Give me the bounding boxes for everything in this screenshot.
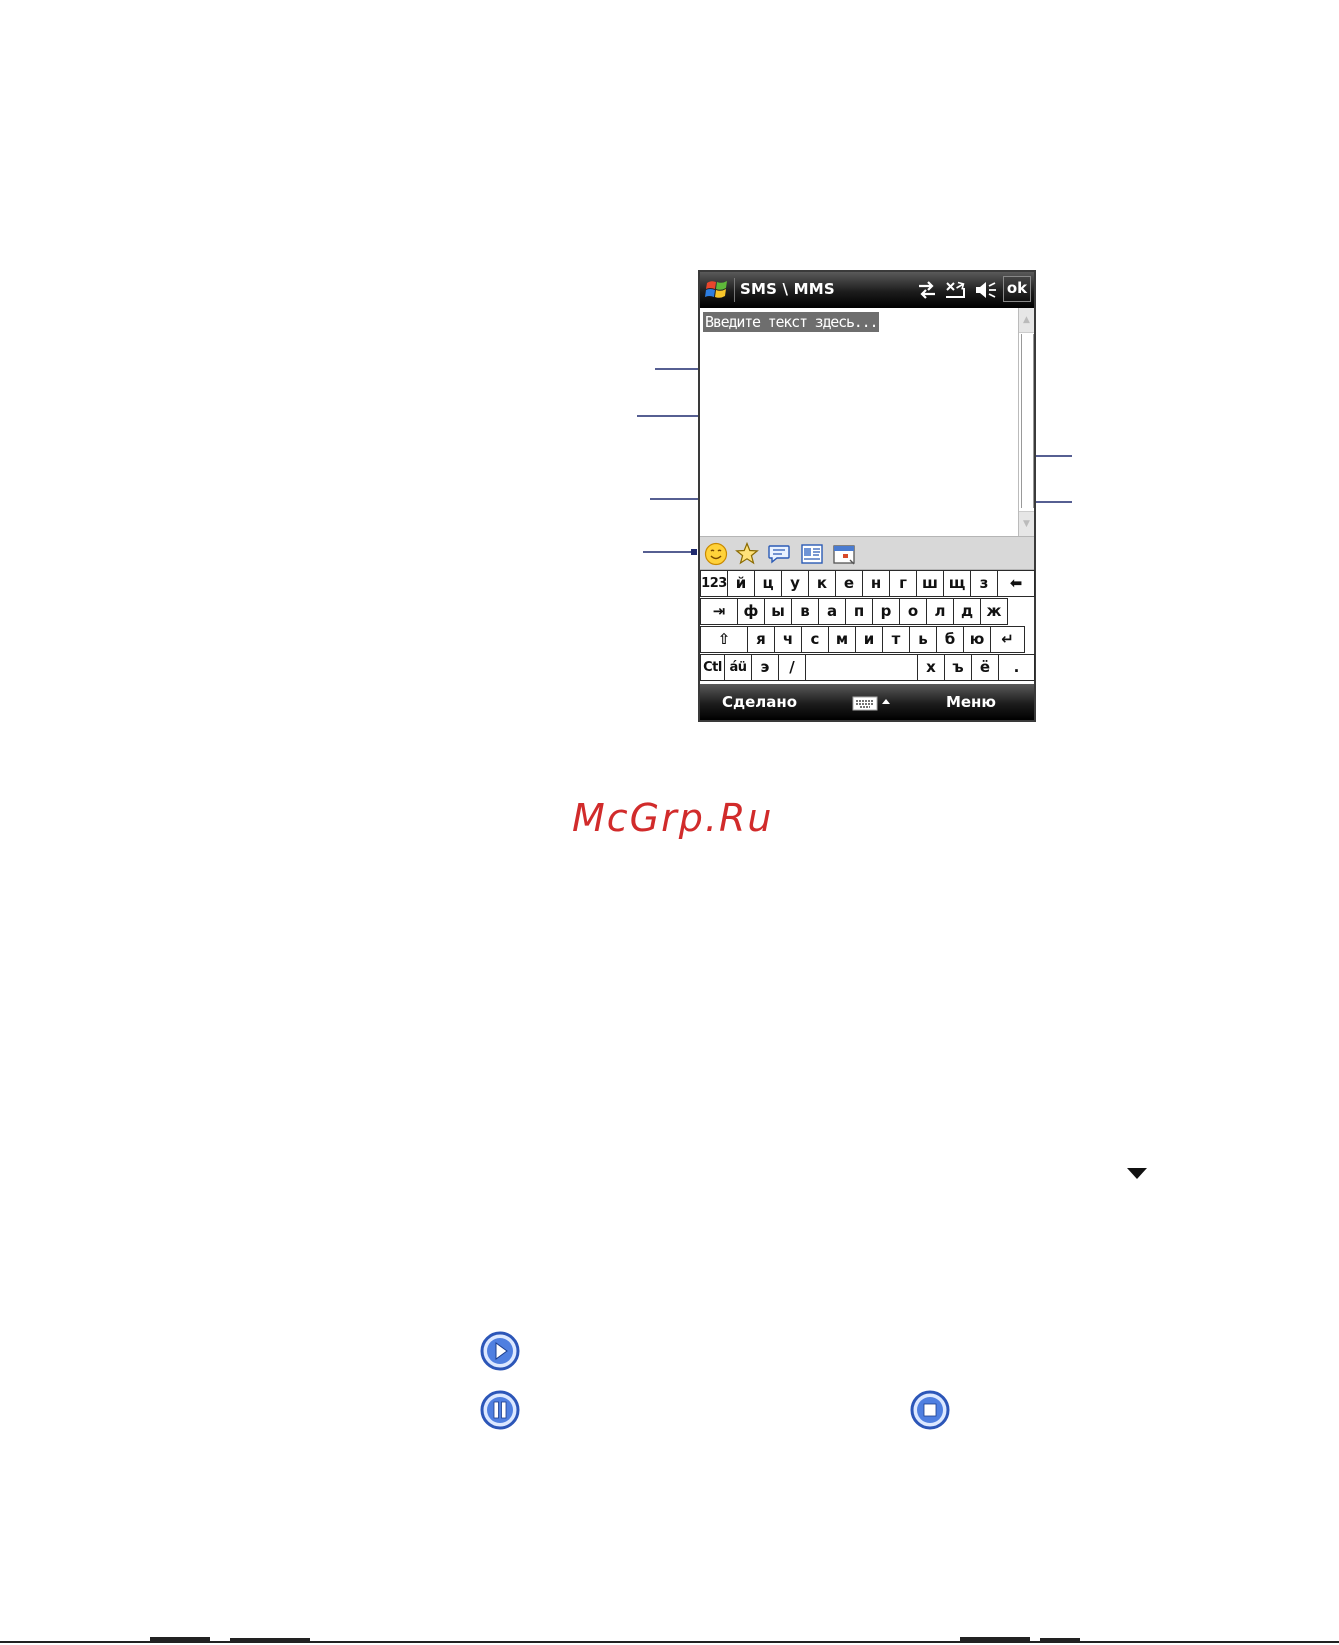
numbers-key[interactable]: 123: [700, 570, 728, 597]
key-а[interactable]: а: [818, 598, 846, 625]
key-о[interactable]: о: [899, 598, 927, 625]
key-н[interactable]: н: [862, 570, 890, 597]
key-ю[interactable]: ю: [963, 626, 991, 653]
on-screen-keyboard: 123 й ц у к е н г ш щ з ⬅ ⇥ ф ы в а п р о л д ж ⇧ я ч с м и т ь б ю ↵ C…: [700, 570, 1035, 684]
dropdown-arrow-icon: [1127, 1168, 1147, 1179]
key-б[interactable]: б: [936, 626, 964, 653]
key-з[interactable]: з: [970, 570, 998, 597]
title-bar: SMS \ MMS ok: [700, 272, 1034, 308]
keyboard-row-2: ⇥ ф ы в а п р о л д ж: [700, 598, 1034, 626]
windows-start-icon[interactable]: [704, 277, 730, 303]
ok-button[interactable]: ok: [1003, 276, 1031, 302]
no-signal-icon[interactable]: [944, 280, 968, 300]
key-в[interactable]: в: [791, 598, 819, 625]
enter-key[interactable]: ↵: [990, 626, 1025, 653]
key-ё[interactable]: ё: [971, 654, 999, 681]
input-panel-keyboard-icon[interactable]: [852, 694, 892, 712]
key-и[interactable]: и: [855, 626, 883, 653]
key-ы[interactable]: ы: [764, 598, 792, 625]
key-х[interactable]: х: [917, 654, 945, 681]
message-toolbar: [700, 536, 1034, 570]
smiley-icon[interactable]: [704, 542, 728, 566]
keyboard-row-3: ⇧ я ч с м и т ь б ю ↵: [700, 626, 1034, 654]
ctrl-key[interactable]: Ctl: [700, 654, 725, 681]
star-icon[interactable]: [735, 542, 759, 566]
scrollbar-thumb[interactable]: [1021, 334, 1034, 508]
key-ц[interactable]: ц: [754, 570, 782, 597]
key-й[interactable]: й: [727, 570, 755, 597]
stop-icon: [910, 1390, 950, 1430]
pause-icon: [480, 1390, 520, 1430]
connectivity-icon[interactable]: [916, 280, 938, 300]
accents-key[interactable]: áü: [724, 654, 752, 681]
key-щ[interactable]: щ: [943, 570, 971, 597]
callout-dot-smiley: [691, 549, 697, 555]
vertical-scrollbar[interactable]: ▲ ▼: [1018, 308, 1034, 536]
key-м[interactable]: м: [828, 626, 856, 653]
phone-screen: SMS \ MMS ok Введите текст здесь... ▲ ▼: [698, 270, 1036, 722]
key-л[interactable]: л: [926, 598, 954, 625]
watermark-text: McGrp.Ru: [572, 796, 774, 840]
bottom-scan-artifact: [0, 1637, 1339, 1643]
key-ж[interactable]: ж: [980, 598, 1008, 625]
menu-softkey[interactable]: Меню: [946, 693, 996, 711]
key-ч[interactable]: ч: [774, 626, 802, 653]
space-key[interactable]: [805, 654, 918, 681]
message-placeholder: Введите текст здесь...: [703, 312, 880, 332]
keyboard-row-4: Ctl áü э / х ъ ё.: [700, 654, 1035, 682]
done-softkey[interactable]: Сделано: [722, 693, 797, 711]
slash-key[interactable]: /: [778, 654, 806, 681]
key-т[interactable]: т: [882, 626, 910, 653]
calendar-icon[interactable]: [832, 542, 856, 566]
key-п[interactable]: п: [845, 598, 873, 625]
key-р[interactable]: р: [872, 598, 900, 625]
key-ъ[interactable]: ъ: [944, 654, 972, 681]
shift-key[interactable]: ⇧: [700, 626, 748, 653]
callout-lines: [637, 366, 1072, 555]
key-г[interactable]: г: [889, 570, 917, 597]
key-ш[interactable]: ш: [916, 570, 944, 597]
key-е[interactable]: е: [835, 570, 863, 597]
key-д[interactable]: д: [953, 598, 981, 625]
period-key[interactable]: .: [998, 654, 1035, 681]
key-к[interactable]: к: [808, 570, 836, 597]
tab-key[interactable]: ⇥: [700, 598, 738, 625]
title-separator: [734, 278, 735, 302]
softkey-bar: Сделано Меню: [700, 684, 1034, 720]
play-icon: [480, 1331, 520, 1371]
scroll-up-icon[interactable]: ▲: [1019, 308, 1034, 333]
key-ь[interactable]: ь: [909, 626, 937, 653]
speech-bubble-icon[interactable]: [767, 542, 791, 566]
speaker-muted-icon[interactable]: [974, 280, 998, 300]
key-я[interactable]: я: [747, 626, 775, 653]
scroll-down-icon[interactable]: ▼: [1019, 511, 1034, 536]
key-э[interactable]: э: [751, 654, 779, 681]
window-title: SMS \ MMS: [740, 280, 835, 298]
key-ф[interactable]: ф: [737, 598, 765, 625]
keyboard-row-1: 123 й ц у к е н г ш щ з ⬅: [700, 570, 1035, 598]
message-text-area[interactable]: Введите текст здесь...: [700, 308, 1018, 536]
key-у[interactable]: у: [781, 570, 809, 597]
contact-card-icon[interactable]: [800, 542, 824, 566]
key-с[interactable]: с: [801, 626, 829, 653]
backspace-key[interactable]: ⬅: [997, 570, 1035, 597]
